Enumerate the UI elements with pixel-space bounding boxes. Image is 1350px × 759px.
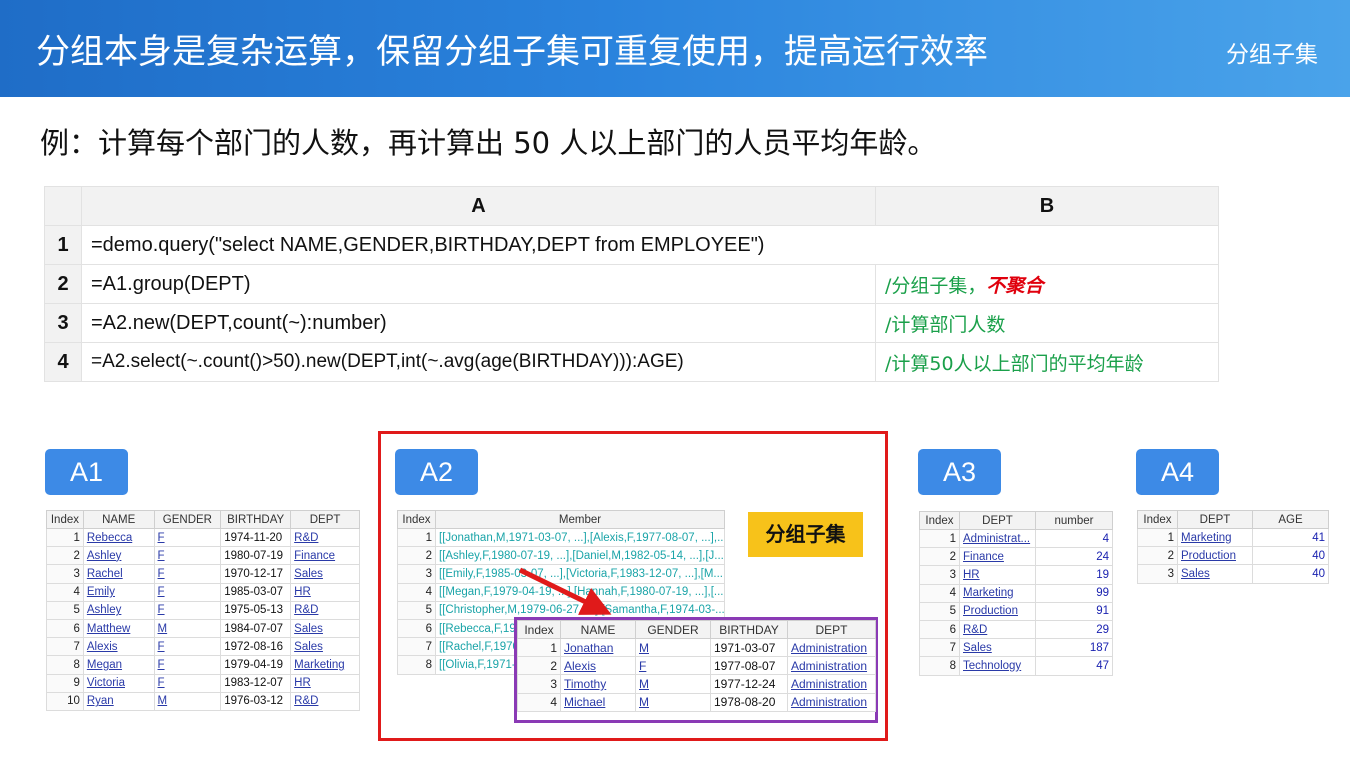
table-cell[interactable]: Timothy (560, 674, 636, 694)
table-cell[interactable]: Administration (787, 692, 876, 712)
table-cell[interactable]: Administration (787, 674, 876, 694)
table-cell[interactable]: Administration (787, 637, 876, 658)
table-cell[interactable]: M (635, 637, 711, 658)
table-row[interactable]: 4 Michael M 1978-08-20 Administration (517, 692, 876, 712)
row-index[interactable]: 4 (517, 692, 561, 712)
table-cell[interactable]: M (635, 692, 711, 712)
table-row[interactable]: 1 Jonathan M 1971-03-07 Administration (517, 637, 876, 658)
table-cell[interactable]: Administration (787, 656, 876, 676)
table-cell[interactable]: Michael (560, 692, 636, 712)
column-header[interactable]: GENDER (635, 620, 711, 639)
table-row[interactable]: 2 Alexis F 1977-08-07 Administration (517, 656, 876, 676)
row-index[interactable]: 2 (517, 656, 561, 676)
a2-subset-table: Index NAME GENDER BIRTHDAY DEPT 1 Jonathan M 19… (517, 620, 876, 712)
table-cell[interactable]: M (635, 674, 711, 694)
row-index[interactable]: 1 (517, 637, 561, 658)
row-index[interactable]: 3 (517, 674, 561, 694)
table-cell[interactable]: Jonathan (560, 637, 636, 658)
table-cell[interactable]: 1971-03-07 (710, 637, 788, 658)
arrow-icon (518, 567, 612, 615)
table-cell[interactable]: Alexis (560, 656, 636, 676)
column-header[interactable]: Index (517, 620, 561, 639)
table-cell[interactable]: F (635, 656, 711, 676)
group-member-popup: Index NAME GENDER BIRTHDAY DEPT 1 Jonathan M 19… (514, 617, 878, 723)
table-header-row: Index NAME GENDER BIRTHDAY DEPT (517, 620, 876, 639)
table-cell[interactable]: 1977-12-24 (710, 674, 788, 694)
column-header[interactable]: BIRTHDAY (710, 620, 788, 639)
table-cell[interactable]: 1978-08-20 (710, 692, 788, 712)
table-row[interactable]: 3 Timothy M 1977-12-24 Administration (517, 674, 876, 694)
table-cell[interactable]: 1977-08-07 (710, 656, 788, 676)
column-header[interactable]: NAME (560, 620, 636, 639)
column-header[interactable]: DEPT (787, 620, 876, 639)
